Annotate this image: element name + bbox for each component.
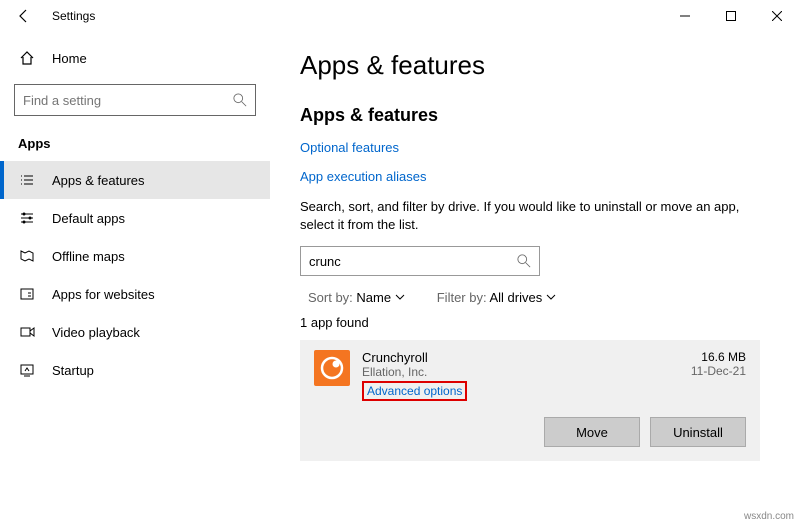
titlebar: Settings <box>0 0 800 32</box>
section-title: Apps & features <box>300 105 760 126</box>
search-icon <box>517 254 531 268</box>
sidebar-home[interactable]: Home <box>0 40 270 76</box>
back-button[interactable] <box>0 0 48 31</box>
app-date: 11-Dec-21 <box>691 364 746 378</box>
websites-icon <box>18 285 36 303</box>
optional-features-link[interactable]: Optional features <box>300 140 760 155</box>
app-search-input[interactable] <box>309 254 517 269</box>
window-controls <box>662 0 800 31</box>
arrow-left-icon <box>16 8 32 24</box>
watermark: wsxdn.com <box>744 511 794 522</box>
app-publisher: Ellation, Inc. <box>362 365 679 379</box>
sort-value: Name <box>356 290 391 305</box>
page-title: Apps & features <box>300 50 760 81</box>
chevron-down-icon <box>395 292 405 302</box>
window-title: Settings <box>48 9 662 23</box>
video-icon <box>18 323 36 341</box>
app-search[interactable] <box>300 246 540 276</box>
defaults-icon <box>18 209 36 227</box>
settings-search-input[interactable] <box>23 93 233 108</box>
help-text: Search, sort, and filter by drive. If yo… <box>300 198 750 234</box>
sidebar-item-offline-maps[interactable]: Offline maps <box>0 237 270 275</box>
startup-icon <box>18 361 36 379</box>
crunchyroll-icon <box>319 355 345 381</box>
sidebar-item-apps-websites[interactable]: Apps for websites <box>0 275 270 313</box>
sort-label: Sort by: <box>308 290 353 305</box>
sidebar-item-label: Video playback <box>52 325 140 340</box>
chevron-down-icon <box>546 292 556 302</box>
sidebar: Home Apps Apps & features Default apps O… <box>0 32 270 526</box>
close-icon <box>772 11 782 21</box>
sidebar-item-label: Offline maps <box>52 249 125 264</box>
close-button[interactable] <box>754 0 800 31</box>
move-button[interactable]: Move <box>544 417 640 447</box>
sidebar-item-label: Startup <box>52 363 94 378</box>
content-area: Apps & features Apps & features Optional… <box>270 32 800 526</box>
sidebar-item-apps-features[interactable]: Apps & features <box>0 161 270 199</box>
home-icon <box>18 49 36 67</box>
filter-by-dropdown[interactable]: Filter by: All drives <box>437 290 556 305</box>
map-icon <box>18 247 36 265</box>
sidebar-item-label: Default apps <box>52 211 125 226</box>
sidebar-item-label: Apps & features <box>52 173 145 188</box>
search-icon <box>233 93 247 107</box>
sort-by-dropdown[interactable]: Sort by: Name <box>308 290 405 305</box>
maximize-icon <box>726 11 736 21</box>
sidebar-item-default-apps[interactable]: Default apps <box>0 199 270 237</box>
settings-search[interactable] <box>14 84 256 116</box>
sidebar-home-label: Home <box>52 51 87 66</box>
list-icon <box>18 171 36 189</box>
results-count: 1 app found <box>300 315 760 330</box>
app-size: 16.6 MB <box>691 350 746 364</box>
uninstall-button[interactable]: Uninstall <box>650 417 746 447</box>
minimize-button[interactable] <box>662 0 708 31</box>
sidebar-item-startup[interactable]: Startup <box>0 351 270 389</box>
advanced-options-link[interactable]: Advanced options <box>362 381 467 401</box>
maximize-button[interactable] <box>708 0 754 31</box>
sidebar-section-label: Apps <box>0 128 270 161</box>
app-list-item[interactable]: Crunchyroll Ellation, Inc. Advanced opti… <box>300 340 760 461</box>
app-icon <box>314 350 350 386</box>
minimize-icon <box>680 11 690 21</box>
sidebar-item-label: Apps for websites <box>52 287 155 302</box>
app-execution-aliases-link[interactable]: App execution aliases <box>300 169 760 184</box>
app-name: Crunchyroll <box>362 350 679 365</box>
sidebar-item-video-playback[interactable]: Video playback <box>0 313 270 351</box>
filter-label: Filter by: <box>437 290 487 305</box>
filter-value: All drives <box>489 290 542 305</box>
